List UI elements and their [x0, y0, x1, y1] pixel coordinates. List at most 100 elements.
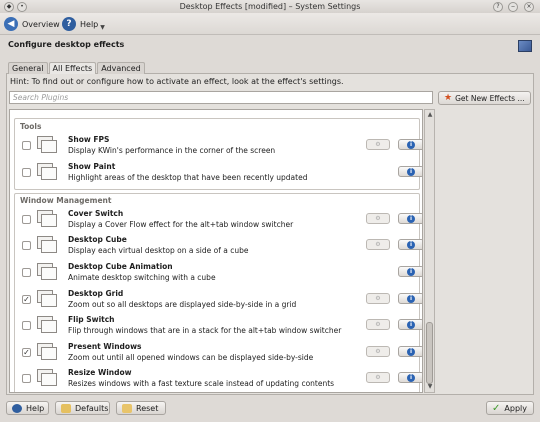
about-button[interactable]: i	[398, 372, 422, 383]
effect-name: Flip Switch	[68, 315, 115, 324]
tab-all-effects[interactable]: All Effects	[48, 62, 97, 74]
effect-thumbnail-icon	[37, 290, 57, 308]
effect-row[interactable]: Show FPS Display KWin's performance in t…	[18, 133, 422, 159]
effect-description: Display KWin's performance in the corner…	[68, 146, 276, 155]
list-scrollbar[interactable]: ▲ ▼	[424, 109, 435, 393]
apply-button-label: Apply	[504, 403, 527, 413]
effect-thumbnail-icon	[37, 136, 57, 154]
effect-name: Cover Switch	[68, 209, 124, 218]
configure-button[interactable]: ⚙	[366, 239, 390, 250]
overview-button[interactable]: ◀ Overview	[4, 16, 60, 32]
info-icon: i	[407, 167, 415, 176]
effect-description: Display each virtual desktop on a side o…	[68, 246, 249, 255]
effect-description: Display a Cover Flow effect for the alt+…	[68, 220, 294, 229]
effect-checkbox[interactable]	[22, 374, 31, 383]
info-icon: i	[407, 294, 415, 303]
star-icon: ★	[444, 93, 453, 103]
effect-description: Zoom out until all opened windows can be…	[68, 353, 314, 362]
effect-row[interactable]: ✓ Desktop Grid Zoom out so all desktops …	[18, 287, 422, 313]
about-button[interactable]: i	[398, 166, 422, 177]
reset-button[interactable]: Reset	[116, 401, 166, 415]
group-label-tools: Tools	[20, 122, 42, 131]
effect-thumbnail-icon	[37, 163, 57, 181]
help-button[interactable]: Help	[6, 401, 49, 415]
info-icon: i	[407, 240, 415, 249]
effects-list[interactable]: Tools Show FPS Display KWin's performanc…	[9, 109, 423, 393]
help-button-label: Help	[26, 403, 45, 413]
desktop-effects-icon	[518, 40, 532, 52]
defaults-button-label: Defaults	[75, 403, 109, 413]
hint-text: Hint: To find out or configure how to ac…	[10, 77, 344, 86]
configure-button[interactable]: ⚙	[366, 346, 390, 357]
tab-general[interactable]: General	[8, 62, 48, 74]
help-label: Help	[80, 19, 99, 29]
effect-checkbox[interactable]	[22, 215, 31, 224]
effect-name: Present Windows	[68, 342, 142, 351]
about-button[interactable]: i	[398, 346, 422, 357]
close-icon[interactable]: ×	[524, 2, 534, 12]
configure-button[interactable]: ⚙	[366, 139, 390, 150]
effect-description: Flip through windows that are in a stack…	[68, 326, 342, 335]
effect-row[interactable]: Desktop Cube Animation Animate desktop s…	[18, 260, 422, 286]
effect-thumbnail-icon	[37, 210, 57, 228]
configure-button[interactable]: ⚙	[366, 319, 390, 330]
configure-button[interactable]: ⚙	[366, 372, 390, 383]
effect-name: Desktop Grid	[68, 289, 124, 298]
chevron-down-icon: ▼	[100, 23, 105, 31]
search-plugins-input[interactable]	[9, 91, 433, 104]
effect-thumbnail-icon	[37, 263, 57, 281]
page-title: Configure desktop effects	[8, 40, 125, 49]
group-label-window-management: Window Management	[20, 196, 112, 205]
effect-checkbox[interactable]	[22, 141, 31, 150]
checkmark-icon: ✓	[492, 402, 501, 414]
scroll-thumb[interactable]	[426, 322, 433, 384]
help-icon: ?	[62, 17, 76, 31]
help-icon	[12, 403, 22, 413]
info-icon: i	[407, 373, 415, 382]
effect-checkbox[interactable]	[22, 268, 31, 277]
info-icon: i	[407, 140, 415, 149]
effect-row[interactable]: ✓ Present Windows Zoom out until all ope…	[18, 340, 422, 366]
apply-button[interactable]: ✓ Apply	[486, 401, 534, 415]
effect-name: Show Paint	[68, 162, 116, 171]
effect-row[interactable]: Resize Window Resizes windows with a fas…	[18, 366, 422, 392]
effect-thumbnail-icon	[37, 343, 57, 361]
about-button[interactable]: i	[398, 239, 422, 250]
effect-row[interactable]: Desktop Cube Display each virtual deskto…	[18, 233, 422, 259]
defaults-icon	[61, 403, 71, 413]
help-menu-button[interactable]: ? Help ▼	[62, 16, 105, 32]
about-button[interactable]: i	[398, 293, 422, 304]
scroll-down-arrow-icon[interactable]: ▼	[427, 384, 433, 390]
info-icon: i	[407, 347, 415, 356]
effect-checkbox[interactable]	[22, 321, 31, 330]
scroll-up-arrow-icon[interactable]: ▲	[427, 112, 433, 118]
effect-description: Zoom out so all desktops are displayed s…	[68, 300, 297, 309]
window-title: Desktop Effects [modified] – System Sett…	[179, 2, 361, 11]
minimize-icon[interactable]: ‒	[508, 2, 518, 12]
effect-checkbox[interactable]	[22, 168, 31, 177]
configure-button[interactable]: ⚙	[366, 213, 390, 224]
tab-advanced[interactable]: Advanced	[97, 62, 145, 74]
about-button[interactable]: i	[398, 266, 422, 277]
reset-icon	[122, 403, 132, 413]
effect-checkbox[interactable]: ✓	[22, 295, 31, 304]
about-button[interactable]: i	[398, 139, 422, 150]
overview-label: Overview	[22, 19, 60, 29]
effect-checkbox[interactable]: ✓	[22, 348, 31, 357]
effect-row[interactable]: Show Paint Highlight areas of the deskto…	[18, 160, 422, 186]
effect-row[interactable]: Cover Switch Display a Cover Flow effect…	[18, 207, 422, 233]
effect-name: Desktop Cube	[68, 235, 127, 244]
help-icon[interactable]: ?	[493, 2, 503, 12]
about-button[interactable]: i	[398, 213, 422, 224]
effect-row[interactable]: Flip Switch Flip through windows that ar…	[18, 313, 422, 339]
about-button[interactable]: i	[398, 319, 422, 330]
get-new-effects-button[interactable]: ★ Get New Effects ...	[438, 91, 531, 105]
defaults-button[interactable]: Defaults	[55, 401, 110, 415]
reset-button-label: Reset	[136, 403, 159, 413]
effect-name: Resize Window	[68, 368, 132, 377]
configure-button[interactable]: ⚙	[366, 293, 390, 304]
effect-name: Show FPS	[68, 135, 110, 144]
title-bar: ◆ • Desktop Effects [modified] – System …	[0, 0, 540, 13]
effect-checkbox[interactable]	[22, 241, 31, 250]
info-icon: i	[407, 267, 415, 276]
